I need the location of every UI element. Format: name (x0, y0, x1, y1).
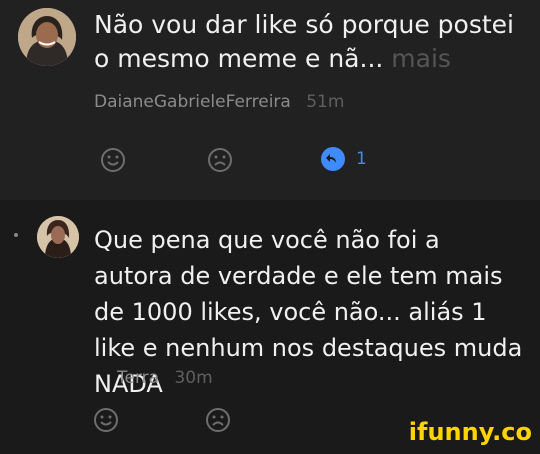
comment-body: Não vou dar like só porque postei o mesm… (94, 10, 514, 73)
author-name[interactable]: DaianeGabrieleFerreira (94, 92, 291, 112)
thread-dot (14, 233, 18, 237)
avatar[interactable] (37, 216, 79, 258)
ifunny-watermark: ifunny.co (408, 418, 532, 446)
comment-text: Não vou dar like só porque postei o mesm… (94, 8, 514, 76)
author-name[interactable]: Terra (117, 368, 159, 388)
avatar[interactable] (18, 8, 76, 66)
comment-meta: DaianeGabrieleFerreira 51m (94, 92, 344, 112)
comment-meta: Terra 30m (117, 368, 213, 388)
reply-icon (321, 147, 345, 171)
more-link[interactable]: mais (391, 44, 451, 73)
comment-1: Não vou dar like só porque postei o mesm… (0, 0, 540, 200)
smile-icon[interactable] (100, 147, 126, 173)
reply-button[interactable]: 1 (320, 146, 367, 172)
frown-icon[interactable] (205, 407, 231, 433)
timestamp: 51m (306, 92, 345, 112)
frown-icon[interactable] (207, 147, 233, 173)
reply-count: 1 (356, 149, 367, 169)
smile-icon[interactable] (93, 407, 119, 433)
timestamp: 30m (174, 368, 213, 388)
